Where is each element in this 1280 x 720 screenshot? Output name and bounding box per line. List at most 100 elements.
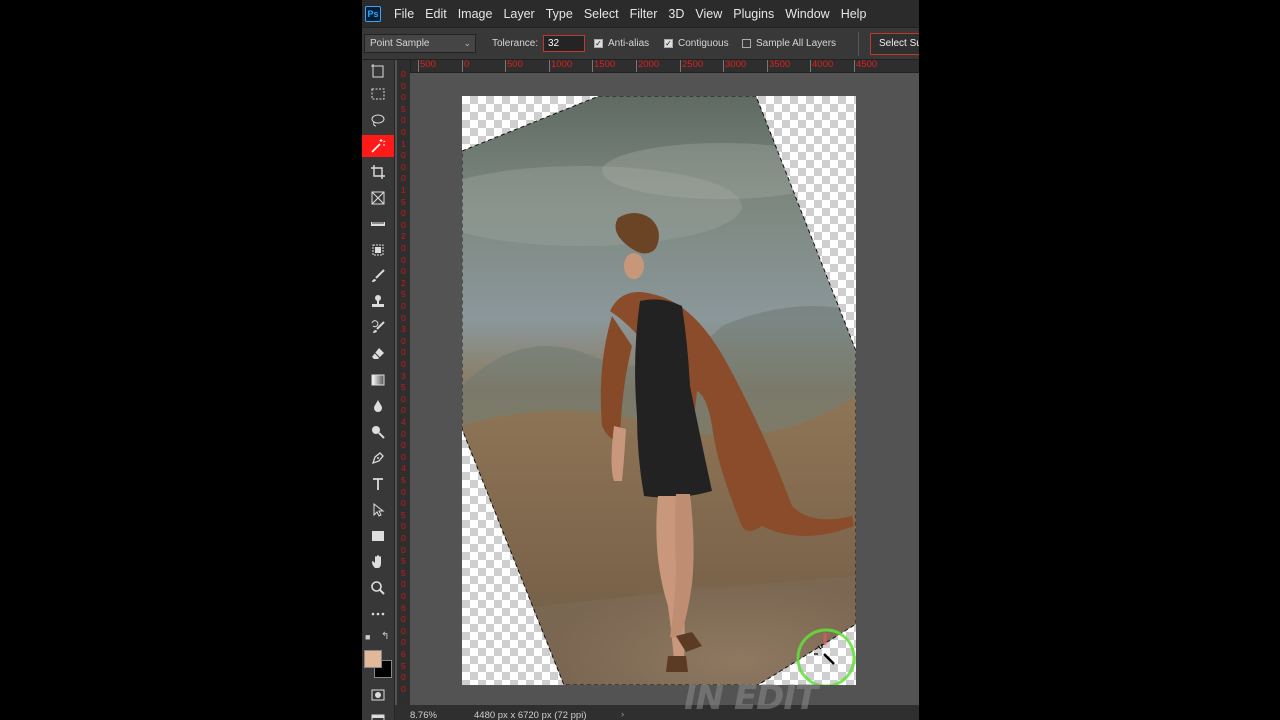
frame-icon[interactable] [362, 187, 394, 209]
tolerance-label: Tolerance: [492, 38, 539, 49]
menu-help[interactable]: Help [841, 7, 867, 21]
gradient-icon[interactable] [362, 369, 394, 391]
ruler-digit: 3 [401, 370, 406, 381]
document-canvas[interactable] [462, 96, 856, 685]
pen-icon[interactable] [362, 447, 394, 469]
photoshop-window: Ps File Edit Image Layer Type Select Fil… [362, 0, 919, 720]
menu-filter[interactable]: Filter [630, 7, 658, 21]
history-brush-icon[interactable] [362, 317, 394, 339]
menu-view[interactable]: View [695, 7, 722, 21]
ruler-digit: 0 [401, 266, 406, 277]
horizontal-ruler: 500 0 500 1000 1500 2000 2500 3000 3500 4000 4500 [410, 60, 919, 73]
ruler-digit: 0 [401, 486, 406, 497]
ruler-tick [636, 60, 637, 72]
ruler-label: 500 [420, 59, 436, 70]
zoom-icon[interactable] [362, 577, 394, 599]
ruler-label: 0 [464, 59, 470, 70]
ruler-digit: 0 [401, 440, 406, 451]
ruler-label: 1000 [551, 59, 573, 70]
ruler-tick [592, 60, 593, 72]
blur-icon[interactable] [362, 395, 394, 417]
menu-edit[interactable]: Edit [425, 7, 447, 21]
ruler-tick [462, 60, 463, 72]
patch-icon[interactable] [362, 239, 394, 261]
ruler-digit: 0 [401, 69, 406, 79]
ruler-digit: 0 [401, 579, 406, 590]
menu-layer[interactable]: Layer [503, 7, 534, 21]
ruler-digit: 0 [401, 243, 406, 253]
menu-bar: Ps File Edit Image Layer Type Select Fil… [362, 0, 919, 27]
tools-panel: ■ ↰ [362, 60, 395, 720]
menu-file[interactable]: File [394, 7, 414, 21]
ruler-label: 3000 [725, 59, 747, 70]
type-icon[interactable] [362, 473, 394, 495]
rectangle-icon[interactable] [362, 525, 394, 547]
ruler-digit: 0 [401, 405, 406, 416]
select-subject-button[interactable]: Select Su [870, 33, 919, 55]
ruler-icon[interactable] [362, 213, 394, 235]
status-bar: 8.76% 4480 px x 6720 px (72 ppi) › [395, 705, 919, 720]
anti-alias-checkbox[interactable]: ✓ Anti-alias [594, 38, 649, 49]
ruler-digit: 6 [401, 602, 406, 613]
sample-all-layers-label: Sample All Layers [756, 38, 837, 49]
ruler-label: 2500 [682, 59, 704, 70]
ruler-digit: 0 [401, 80, 406, 91]
ruler-tick [723, 60, 724, 72]
menu-image[interactable]: Image [458, 7, 493, 21]
ruler-digit: 5 [401, 103, 406, 114]
eraser-icon[interactable] [362, 343, 394, 365]
ruler-digit: 0 [401, 498, 406, 509]
menu-window[interactable]: Window [785, 7, 829, 21]
ruler-digit: 5 [401, 660, 406, 671]
path-select-icon[interactable] [362, 499, 394, 521]
ruler-digit: 0 [401, 173, 406, 184]
screen-mode-icon[interactable] [362, 708, 394, 720]
ruler-digit: 5 [401, 382, 406, 393]
menu-type[interactable]: Type [546, 7, 573, 21]
ruler-digit: 0 [401, 208, 406, 219]
ruler-digit: 5 [401, 475, 406, 485]
menu-3d[interactable]: 3D [668, 7, 684, 21]
sample-all-layers-checkbox[interactable]: Sample All Layers [742, 38, 836, 49]
contiguous-checkbox[interactable]: ✓ Contiguous [664, 38, 729, 49]
ruler-digit: 0 [401, 359, 406, 369]
ruler-digit: 2 [401, 277, 406, 288]
quick-mask-icon[interactable] [362, 684, 394, 706]
lasso-icon[interactable] [362, 109, 394, 131]
ruler-digit: 0 [401, 115, 406, 126]
watermark-logo: IN EDIT [684, 678, 818, 718]
sample-size-select[interactable]: Point Sample ⌄ [364, 34, 476, 53]
zoom-level[interactable]: 8.76% [410, 710, 437, 720]
ruler-digit: 0 [401, 521, 406, 532]
photoshop-logo-icon[interactable]: Ps [365, 5, 381, 22]
artboard-icon[interactable] [362, 60, 394, 82]
ruler-label: 2000 [638, 59, 660, 70]
ruler-digit: 4 [401, 417, 406, 427]
hand-icon[interactable] [362, 551, 394, 573]
stamp-icon[interactable] [362, 291, 394, 313]
ruler-digit: 5 [401, 556, 406, 567]
foreground-color-swatch[interactable] [364, 650, 382, 668]
dodge-icon[interactable] [362, 421, 394, 443]
marquee-icon[interactable] [362, 83, 394, 105]
default-colors-icon[interactable]: ■ [365, 632, 370, 642]
canvas-area[interactable] [410, 73, 919, 705]
tolerance-input[interactable]: 32 [543, 35, 585, 52]
brush-icon[interactable] [362, 265, 394, 287]
magic-wand-icon[interactable] [362, 135, 394, 157]
ruler-digit: 0 [401, 393, 406, 404]
menu-select[interactable]: Select [584, 7, 619, 21]
ruler-tick [418, 60, 419, 72]
status-menu-arrow-icon[interactable]: › [621, 709, 624, 720]
ruler-digit: 2 [401, 231, 406, 242]
ruler-digit: 0 [401, 127, 406, 137]
ruler-digit: 5 [401, 196, 406, 207]
ruler-digit: 0 [401, 219, 406, 230]
ruler-digit: 0 [401, 544, 406, 555]
ruler-tick [680, 60, 681, 72]
more-icon[interactable] [362, 603, 394, 625]
menu-plugins[interactable]: Plugins [733, 7, 774, 21]
swap-colors-icon[interactable]: ↰ [381, 631, 389, 642]
crop-icon[interactable] [362, 161, 394, 183]
ruler-label: 3500 [769, 59, 791, 70]
